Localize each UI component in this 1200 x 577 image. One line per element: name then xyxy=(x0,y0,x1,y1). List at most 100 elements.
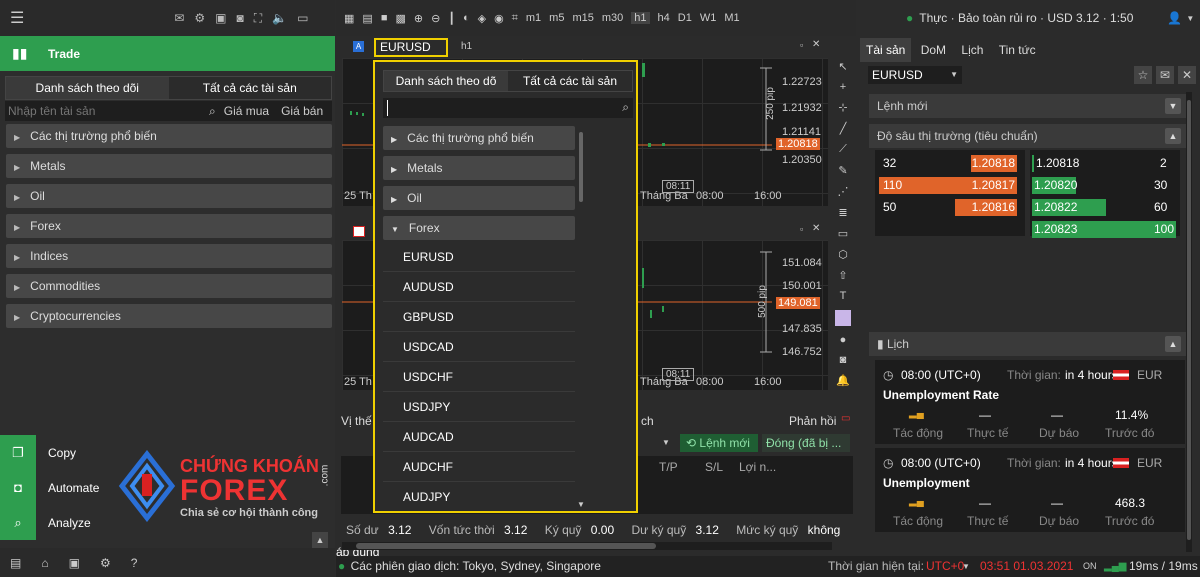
ask-price[interactable]: 1.20822 xyxy=(1032,199,1106,216)
help-icon[interactable]: ? xyxy=(131,556,138,570)
chart-icon[interactable]: ▦ xyxy=(344,12,354,25)
chart1-a-badge[interactable]: A xyxy=(353,41,364,52)
vi-icon[interactable]: ▭ xyxy=(297,11,308,25)
briefcase-cog-icon[interactable]: ▣ xyxy=(69,556,80,570)
category-metals[interactable]: ▶ Metals xyxy=(6,154,332,178)
shape-icon[interactable]: ⬡ xyxy=(838,248,848,261)
indicator-icon[interactable]: ◐ xyxy=(463,12,470,24)
symbol-item[interactable]: AUDCAD xyxy=(383,422,575,452)
close-all-button[interactable]: Đóng (đã bị ... xyxy=(762,434,850,452)
account-status-text[interactable]: Thực · Bảo toàn rủi ro · USD 3.12 · 1:50 xyxy=(919,11,1133,25)
chevron-up-icon[interactable]: ▲ xyxy=(1165,336,1181,352)
dot-icon[interactable]: ● xyxy=(840,334,847,346)
ask-price[interactable]: 1.20820 xyxy=(1032,177,1077,194)
close-icon[interactable]: ✕ xyxy=(1178,66,1196,84)
store-icon[interactable]: ⌂ xyxy=(41,556,48,570)
category-popular[interactable]: ▶ Các thị trường phổ biến xyxy=(6,124,332,148)
pencil-icon[interactable]: ✎ xyxy=(838,164,847,177)
sound-icon[interactable]: 🔈 xyxy=(272,11,287,25)
tab-calendar[interactable]: Lịch xyxy=(955,38,989,62)
window-close-icon[interactable]: ✕ xyxy=(812,223,820,234)
popup-category-forex[interactable]: ▼ Forex xyxy=(383,216,575,240)
envelope-icon[interactable]: ✉ xyxy=(1156,66,1174,84)
window-restore-icon[interactable]: ▫ xyxy=(800,224,803,234)
category-oil[interactable]: ▶ Oil xyxy=(6,184,332,208)
crosshair2-icon[interactable]: ⊹ xyxy=(838,101,847,114)
grid-layout-icon[interactable]: ▩ xyxy=(395,12,405,25)
window-icon[interactable]: ▣ xyxy=(215,11,226,25)
tf-m5[interactable]: m5 xyxy=(549,12,564,24)
feedback-button[interactable]: Phản hồi xyxy=(789,414,836,428)
bid-price[interactable]: 1.20817 xyxy=(971,177,1017,194)
scrollbar-thumb[interactable] xyxy=(356,543,656,549)
tf-mn1[interactable]: M1 xyxy=(724,12,739,24)
symbol-item[interactable]: AUDCHF xyxy=(383,452,575,482)
connection-icon[interactable]: ON xyxy=(1083,556,1097,577)
eye-icon[interactable]: ◉ xyxy=(494,12,504,25)
trade-header[interactable]: ▮▮ Trade xyxy=(0,36,335,71)
tab-all-assets[interactable]: Tất cả các tài sản xyxy=(168,77,331,99)
tab-news[interactable]: Tin tức xyxy=(993,38,1042,62)
bell-icon[interactable]: 🔔 xyxy=(836,374,850,387)
chart1-symbol[interactable]: EURUSD xyxy=(374,38,448,57)
tab-watchlist[interactable]: Danh sách theo dõi xyxy=(6,77,169,99)
popup-category-popular[interactable]: ▶ Các thị trường phổ biến xyxy=(383,126,575,150)
popup-scrollbar-thumb[interactable] xyxy=(579,132,583,202)
camera-icon[interactable]: ◙ xyxy=(237,11,244,25)
popup-search-input[interactable] xyxy=(387,100,607,116)
tab-dom[interactable]: DoM xyxy=(915,38,952,62)
cursor-icon[interactable]: ↖ xyxy=(838,60,847,73)
popup-tab-watchlist[interactable]: Danh sách theo dõ xyxy=(384,71,508,91)
tab-positions[interactable]: Vị thế xyxy=(341,414,372,428)
color-swatch[interactable] xyxy=(835,310,851,326)
calendar-section[interactable]: ▮ Lịch ▲ xyxy=(869,332,1187,356)
col-bid[interactable]: Giá mua xyxy=(224,104,269,118)
category-forex[interactable]: ▶ Forex xyxy=(6,214,332,238)
right-scrollbar[interactable] xyxy=(1186,92,1192,552)
search-icon[interactable]: ⌕ xyxy=(622,100,629,115)
right-symbol-select[interactable]: EURUSD ▼ xyxy=(868,66,962,84)
user-dropdown-icon[interactable]: ▼ xyxy=(1186,14,1194,23)
tf-w1[interactable]: W1 xyxy=(700,12,717,24)
window-close-icon[interactable]: ✕ xyxy=(812,39,820,50)
window-restore-icon[interactable]: ▫ xyxy=(800,40,803,50)
text-icon[interactable]: T xyxy=(840,290,847,302)
search-input[interactable] xyxy=(5,104,205,118)
settings-icon[interactable]: ⚙ xyxy=(100,556,111,570)
tools-icon[interactable]: ⚙ xyxy=(194,11,205,25)
popup-tab-all-assets[interactable]: Tất cả các tài sản xyxy=(508,71,632,91)
new-order-button[interactable]: ⟲ Lệnh mới xyxy=(680,434,758,452)
chevron-up-icon[interactable]: ▲ xyxy=(1165,128,1181,144)
rect-icon[interactable]: ▭ xyxy=(838,227,848,240)
popup-category-metals[interactable]: ▶ Metals xyxy=(383,156,575,180)
search-icon[interactable]: ⌕ xyxy=(209,104,216,119)
tf-h1[interactable]: h1 xyxy=(631,12,650,24)
tz-dropdown-icon[interactable]: ▼ xyxy=(962,556,970,577)
hamburger-menu-icon[interactable]: ☰ xyxy=(10,8,24,28)
symbol-item[interactable]: USDJPY xyxy=(383,392,575,422)
feedback-icon[interactable]: ▭ xyxy=(841,413,850,424)
ask-price[interactable]: 1.20818 xyxy=(1032,155,1079,172)
category-commodities[interactable]: ▶ Commodities xyxy=(6,274,332,298)
filter-dropdown-icon[interactable]: ▼ xyxy=(662,438,670,447)
horizontal-scrollbar[interactable] xyxy=(342,542,832,550)
category-crypto[interactable]: ▶ Cryptocurrencies xyxy=(6,304,332,328)
new-order-section[interactable]: Lệnh mới ▼ xyxy=(869,94,1187,118)
measure-icon[interactable]: ⌗ xyxy=(512,12,518,25)
tf-h4[interactable]: h4 xyxy=(658,12,670,24)
bid-price[interactable]: 1.20818 xyxy=(971,155,1017,172)
crosshair-icon[interactable]: + xyxy=(840,81,846,93)
chart-layout-icon[interactable]: ▤ xyxy=(362,12,372,25)
arrow-icon[interactable]: ⇧ xyxy=(838,269,847,282)
user-icon[interactable]: 👤 xyxy=(1167,11,1182,25)
tab-other[interactable]: ch xyxy=(641,414,654,428)
tf-m1[interactable]: m1 xyxy=(526,12,541,24)
briefcase-icon[interactable]: ▤ xyxy=(10,556,21,570)
ray-icon[interactable]: ⟋ xyxy=(839,143,847,156)
symbol-item[interactable]: USDCAD xyxy=(383,332,575,362)
collapse-up-icon[interactable]: ▲ xyxy=(312,532,328,548)
chevron-down-icon[interactable]: ▼ xyxy=(1165,98,1181,114)
symbol-item[interactable]: AUDJPY xyxy=(383,482,575,512)
timezone[interactable]: UTC+0 xyxy=(926,556,964,577)
calendar-event[interactable]: ◷ 08:00 (UTC+0) Thời gian: in 4 hours EU… xyxy=(875,448,1185,532)
